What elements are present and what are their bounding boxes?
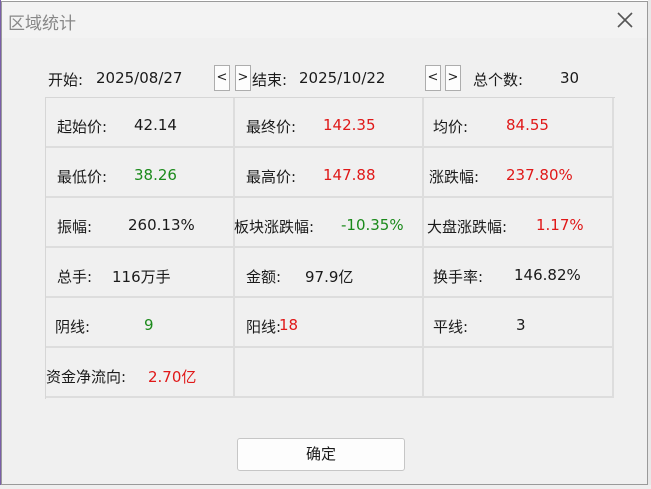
count-value: 30 — [560, 69, 580, 87]
stat-label: 振幅: — [57, 218, 93, 236]
date-range-row: 开始: 2025/08/27 < > 结束: 2025/10/22 < > 总个… — [48, 65, 608, 93]
stat-value: 42.14 — [134, 116, 177, 134]
stat-cell: 平线: 3 — [424, 298, 614, 348]
stat-label: 资金净流向: — [46, 368, 127, 386]
stat-value: 116万手 — [112, 268, 171, 286]
count-label: 总个数: — [473, 71, 524, 89]
stat-value: 84.55 — [506, 116, 549, 134]
ok-button[interactable]: 确定 — [237, 438, 405, 471]
background-chart-line — [0, 485, 651, 489]
title-bar: 区域统计 — [2, 2, 647, 38]
stat-cell: 资金净流向: 2.70亿 — [46, 348, 235, 398]
stat-label: 平线: — [433, 318, 469, 336]
stat-value: 38.26 — [134, 166, 177, 184]
dialog-title: 区域统计 — [8, 14, 76, 34]
start-date-value: 2025/08/27 — [96, 69, 183, 87]
stat-label: 阳线: — [246, 318, 282, 336]
stat-cell — [235, 348, 424, 398]
stat-value: 237.80% — [506, 166, 573, 184]
stat-cell — [424, 348, 614, 398]
stat-cell: 最高价: 147.88 — [235, 148, 424, 198]
stat-label: 阴线: — [55, 318, 91, 336]
end-prev-button[interactable]: < — [425, 65, 441, 91]
end-next-button[interactable]: > — [445, 65, 461, 91]
close-button[interactable] — [613, 8, 637, 32]
start-label: 开始: — [48, 71, 84, 89]
stat-cell: 涨跌幅: 237.80% — [424, 148, 614, 198]
stat-label: 大盘涨跌幅: — [427, 218, 508, 236]
stat-value: 260.13% — [128, 216, 195, 234]
end-label: 结束: — [252, 71, 288, 89]
stat-value: 1.17% — [536, 216, 584, 234]
stat-value: 3 — [516, 316, 526, 334]
stat-label: 总手: — [57, 268, 93, 286]
stat-label: 均价: — [433, 118, 469, 136]
close-icon — [617, 12, 633, 28]
stat-value: 97.9亿 — [305, 268, 354, 286]
stat-value: 147.88 — [323, 166, 376, 184]
stat-label: 最终价: — [246, 118, 297, 136]
stat-cell: 金额: 97.9亿 — [235, 248, 424, 298]
start-prev-button[interactable]: < — [214, 65, 230, 91]
stat-value: 2.70亿 — [148, 368, 197, 386]
stat-value: 146.82% — [514, 266, 581, 284]
stat-cell: 板块涨跌幅: -10.35% — [234, 198, 424, 248]
stat-label: 最低价: — [57, 168, 108, 186]
stat-cell: 均价: 84.55 — [424, 98, 614, 148]
stat-cell: 总手: 116万手 — [46, 248, 235, 298]
stats-grid: 起始价: 42.14 最终价: 142.35 均价: 84.55 最低价: 38.26 最高价:… — [45, 97, 615, 399]
stat-value: -10.35% — [341, 216, 404, 234]
end-date-value: 2025/10/22 — [299, 69, 386, 87]
stat-label: 金额: — [246, 268, 282, 286]
stat-cell: 大盘涨跌幅: 1.17% — [424, 198, 614, 248]
stat-value: 142.35 — [323, 116, 376, 134]
stat-cell: 最终价: 142.35 — [235, 98, 424, 148]
stat-label: 最高价: — [246, 168, 297, 186]
stat-label: 换手率: — [433, 268, 484, 286]
stat-cell: 换手率: 146.82% — [424, 248, 614, 298]
stat-cell: 阴线: 9 — [46, 298, 235, 348]
start-next-button[interactable]: > — [235, 65, 251, 91]
stat-cell: 最低价: 38.26 — [46, 148, 235, 198]
stat-label: 板块涨跌幅: — [234, 218, 315, 236]
stat-cell: 阳线: 18 — [235, 298, 424, 348]
stat-cell: 起始价: 42.14 — [46, 98, 235, 148]
stat-cell: 振幅: 260.13% — [46, 198, 235, 248]
region-stats-dialog: 区域统计 开始: 2025/08/27 < > 结束: 2025/10/22 <… — [1, 1, 648, 485]
stat-value: 9 — [144, 316, 154, 334]
stat-label: 涨跌幅: — [429, 168, 480, 186]
stat-label: 起始价: — [57, 118, 108, 136]
stat-value: 18 — [279, 316, 299, 334]
